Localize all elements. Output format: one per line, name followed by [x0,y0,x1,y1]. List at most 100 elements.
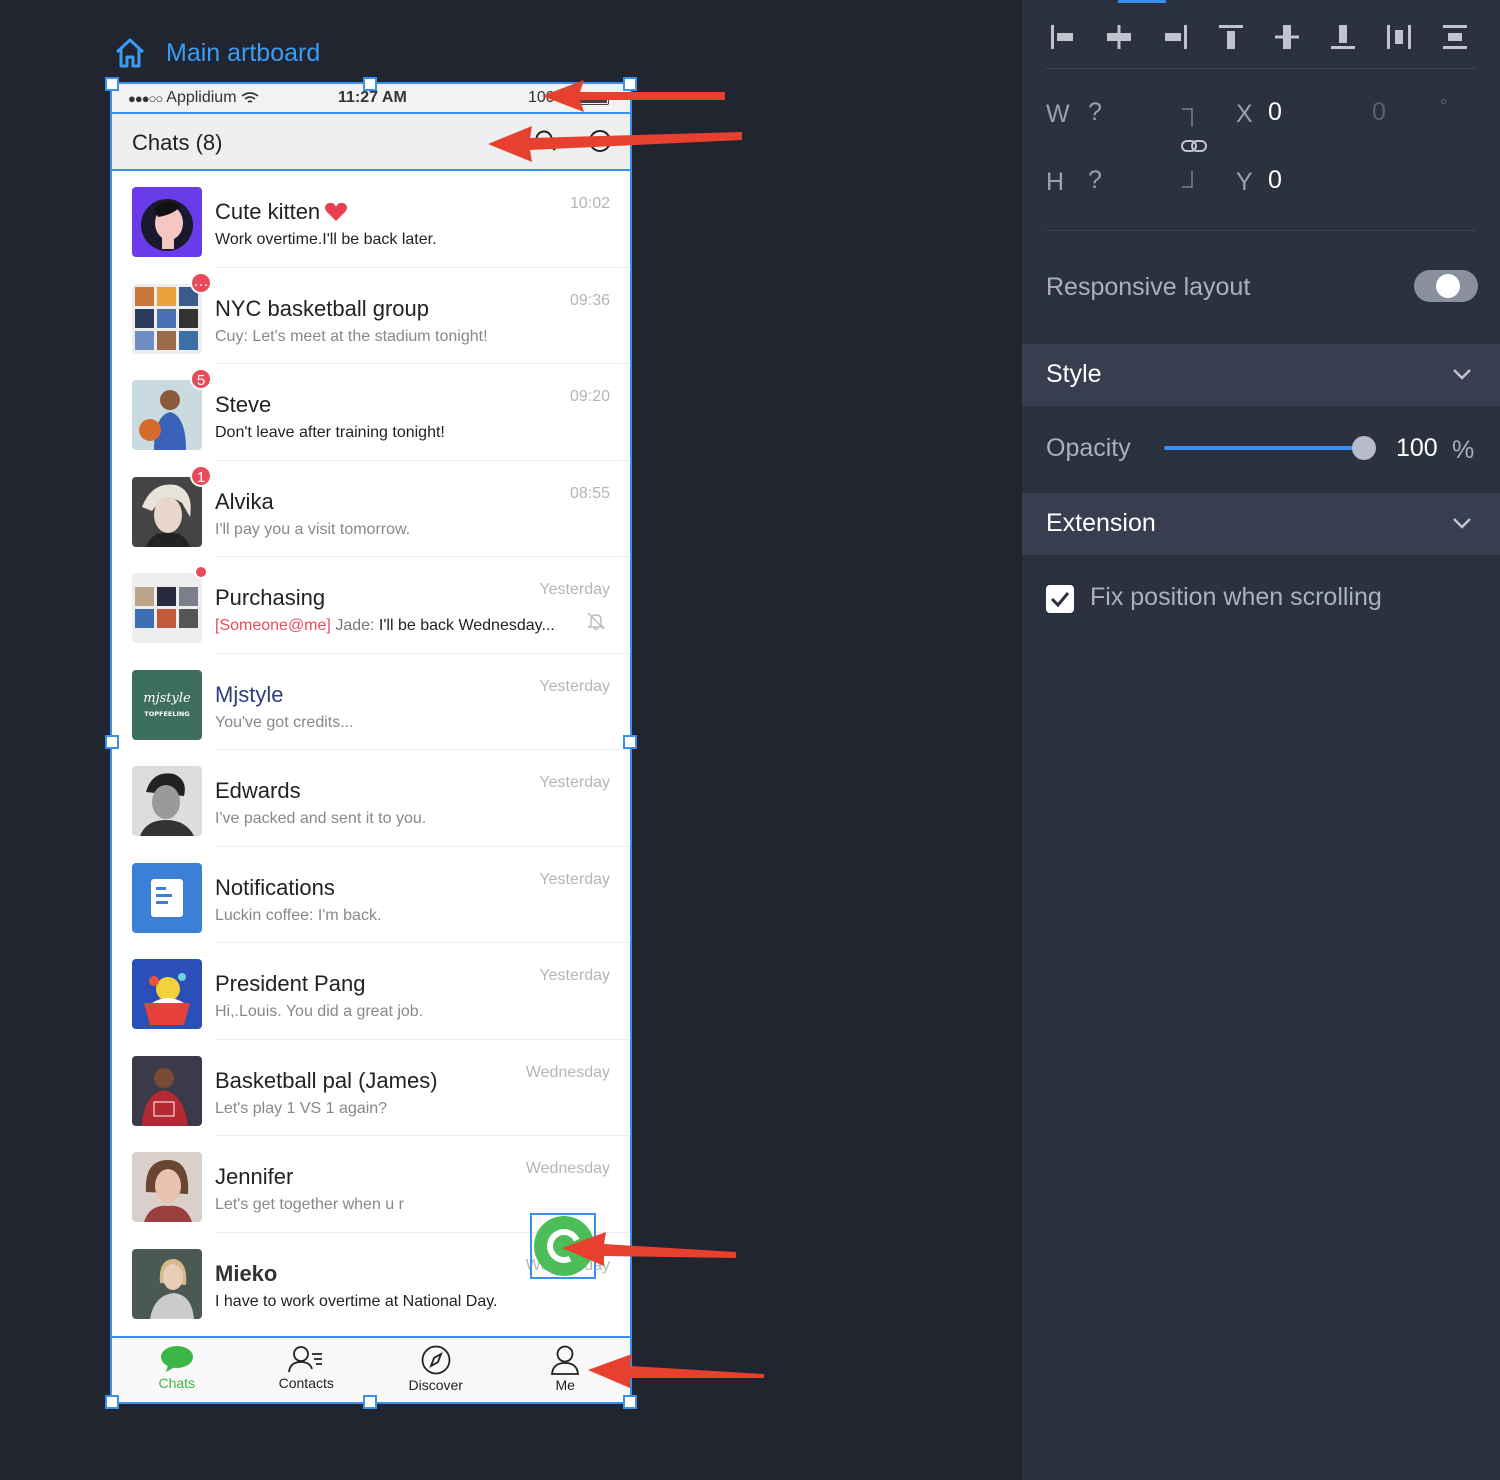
opacity-input[interactable]: 100 [1396,434,1438,463]
annotation-arrow-tabbar [588,1354,764,1388]
brand-text: TOPFEELING [144,710,189,718]
tab-label: Contacts [278,1375,334,1391]
resize-handle-bottom-right[interactable] [623,1395,637,1409]
chat-name: Cute kitten [215,199,348,225]
annotation-arrow-floating-button [562,1232,736,1266]
phone-artboard[interactable]: ●●●○○ Applidium 11:27 AM 100% Chats (8) [110,82,632,1404]
x-label: X [1236,100,1253,128]
chat-time: Wednesday [525,1160,610,1177]
distribute-horizontal-icon[interactable] [1384,22,1414,52]
fix-position-label: Fix position when scrolling [1090,583,1382,611]
chat-message: You've got credits... [215,713,354,731]
chat-row-steve[interactable]: 5 Steve Don't leave after training tonig… [112,364,630,461]
align-horizontal-center-icon[interactable] [1104,22,1134,52]
align-vertical-center-icon[interactable] [1272,22,1302,52]
chat-name: NYC basketball group [215,295,430,321]
chat-row-cute-kitten[interactable]: Cute kitten Work overtime.I'll be back l… [112,171,630,268]
chat-time: Yesterday [539,870,610,888]
avatar [132,187,202,257]
width-label: W [1046,100,1070,128]
chat-row-nyc-basketball-group[interactable]: ··· NYC basketball group Cuy: Let's meet… [112,268,630,364]
chat-message: [Someone@me] Jade: I'll be back Wednesda… [215,617,555,635]
divider [1046,230,1476,231]
y-field[interactable]: 0 [1268,166,1282,195]
chat-name: Purchasing [215,585,326,610]
unread-badge: 1 [190,464,212,487]
chat-message: Hi,.Louis. You did a great job. [215,1003,424,1020]
extension-section-title: Extension [1046,509,1156,537]
chat-name: President Pang [215,971,366,996]
compass-icon [421,1345,451,1375]
x-field[interactable]: 0 [1268,98,1282,127]
avatar [132,380,202,450]
chat-name: Mieko [215,1260,278,1286]
carrier-name: Applidium [166,89,237,106]
chat-message: Don't leave after training tonight! [215,424,445,441]
resize-handle-top[interactable] [363,77,377,91]
style-section-header[interactable]: Style [1022,344,1500,406]
y-label: Y [1236,168,1253,196]
tab-label: Discover [408,1377,463,1393]
rotation-unit: ° [1440,96,1448,116]
opacity-slider-track[interactable] [1164,446,1364,450]
align-bottom-icon[interactable] [1328,22,1358,52]
align-left-icon[interactable] [1048,22,1078,52]
chat-time: Yesterday [539,581,610,598]
message-body: I'll be back Wednesday... [378,617,555,634]
chat-row-alvika[interactable]: 1 Alvika I'll pay you a visit tomorrow. … [112,461,630,557]
chat-row-notifications[interactable]: Notifications Luckin coffee: I'm back. Y… [112,847,630,943]
tab-chats[interactable]: Chats [112,1338,242,1402]
chat-name: Basketball pal (James) [215,1067,438,1093]
properties-panel: W ? H ? X 0 Y 0 0 ° Responsive layout St… [1022,0,1500,1480]
group-avatar [132,283,202,354]
nav-title: Chats (8) [132,130,223,155]
chat-row-basketball-pal[interactable]: Basketball pal (James) Let's play 1 VS 1… [112,1040,630,1136]
chat-time: Yesterday [539,677,610,695]
chevron-down-icon [1453,369,1471,380]
resize-handle-right[interactable] [623,735,637,749]
resize-handle-bottom[interactable] [363,1395,377,1409]
height-field[interactable]: ? [1088,166,1102,195]
resize-handle-top-left[interactable] [105,77,119,91]
align-right-icon[interactable] [1160,22,1190,52]
chat-message: I'll pay you a visit tomorrow. [215,520,411,538]
tab-discover[interactable]: Discover [371,1338,501,1402]
mention-tag: [Someone@me] [215,617,331,634]
checkmark-icon [1050,592,1070,608]
artboard-header[interactable]: Main artboard [114,38,320,68]
fix-position-checkbox[interactable] [1046,585,1074,613]
opacity-slider-handle[interactable] [1352,436,1376,460]
unread-dot [194,565,208,579]
width-field[interactable]: ? [1088,98,1102,127]
style-section-title: Style [1046,360,1102,388]
responsive-layout-label: Responsive layout [1046,273,1251,301]
link-proportions-icon[interactable] [1180,105,1210,191]
wifi-icon [241,91,259,103]
extension-section-header[interactable]: Extension [1022,493,1500,555]
height-label: H [1046,168,1065,196]
chat-row-president-pang[interactable]: President Pang Hi,.Louis. You did a grea… [112,943,630,1040]
responsive-layout-toggle[interactable] [1414,270,1478,302]
align-top-icon[interactable] [1216,22,1246,52]
chat-row-purchasing[interactable]: Purchasing [Someone@me] Jade: I'll be ba… [112,557,630,654]
annotation-arrow-statusbar [542,80,725,112]
chat-time: 09:36 [569,291,610,309]
chat-name: Edwards [215,778,301,803]
avatar [132,766,202,836]
rotation-field[interactable]: 0 [1372,98,1386,127]
chat-message: I've packed and sent it to you. [215,810,427,827]
resize-handle-left[interactable] [105,735,119,749]
tab-contacts[interactable]: Contacts [242,1338,372,1402]
avatar [132,959,202,1029]
signal-dots-icon: ●●●○○ [128,90,163,106]
chat-time: Yesterday [539,774,610,791]
group-avatar [132,573,202,643]
chat-row-mjstyle[interactable]: mjstyle TOPFEELING Mjstyle You've got cr… [112,654,630,750]
chat-row-edwards[interactable]: Edwards I've packed and sent it to you. … [112,750,630,847]
distribute-vertical-icon[interactable] [1440,22,1470,52]
chat-name: Jennifer [215,1164,294,1189]
chat-time: Yesterday [539,967,610,984]
chat-time: Wednesday [525,1063,610,1081]
carrier: ●●●○○ Applidium [128,89,259,107]
resize-handle-bottom-left[interactable] [105,1395,119,1409]
